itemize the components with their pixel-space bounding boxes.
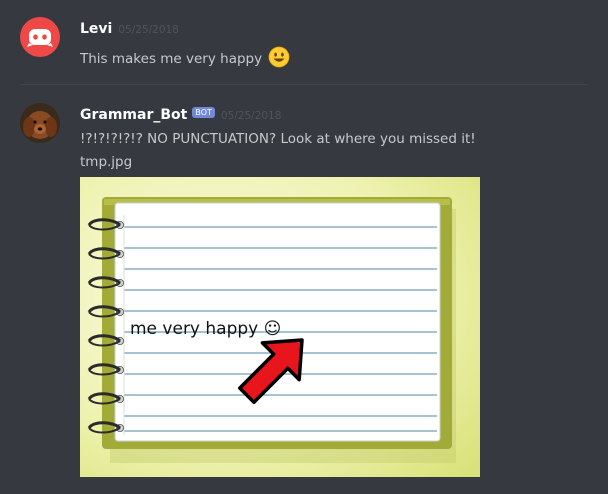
bot-tag: BOT bbox=[192, 107, 215, 118]
smiling-face-emoji bbox=[269, 46, 290, 68]
timestamp: 05/25/2018 bbox=[118, 24, 179, 36]
note-text: me very happy ☺ bbox=[130, 319, 281, 339]
discord-logo-icon bbox=[27, 29, 53, 47]
username-header: Levi 05/25/2018 bbox=[80, 21, 179, 37]
message-content: !?!?!?!?!? NO PUNCTUATION? Look at where… bbox=[80, 131, 476, 147]
message-levi: Levi 05/25/2018 This makes me very happy bbox=[0, 0, 608, 84]
attachment-filename[interactable]: tmp.jpg bbox=[80, 154, 132, 170]
username[interactable]: Levi bbox=[80, 21, 112, 37]
timestamp: 05/25/2018 bbox=[220, 110, 282, 122]
message-text: This makes me very happy bbox=[80, 46, 290, 68]
username-header: Grammar_Bot BOT 05/25/2018 bbox=[80, 107, 281, 123]
notebook-illustration: me very happy ☺ bbox=[80, 177, 480, 477]
avatar[interactable] bbox=[20, 17, 60, 57]
username[interactable]: Grammar_Bot bbox=[80, 107, 187, 123]
dog-photo-avatar bbox=[20, 103, 60, 143]
avatar[interactable] bbox=[20, 103, 60, 143]
attached-image[interactable]: me very happy ☺ bbox=[80, 177, 480, 477]
message-content: This makes me very happy bbox=[80, 51, 263, 67]
